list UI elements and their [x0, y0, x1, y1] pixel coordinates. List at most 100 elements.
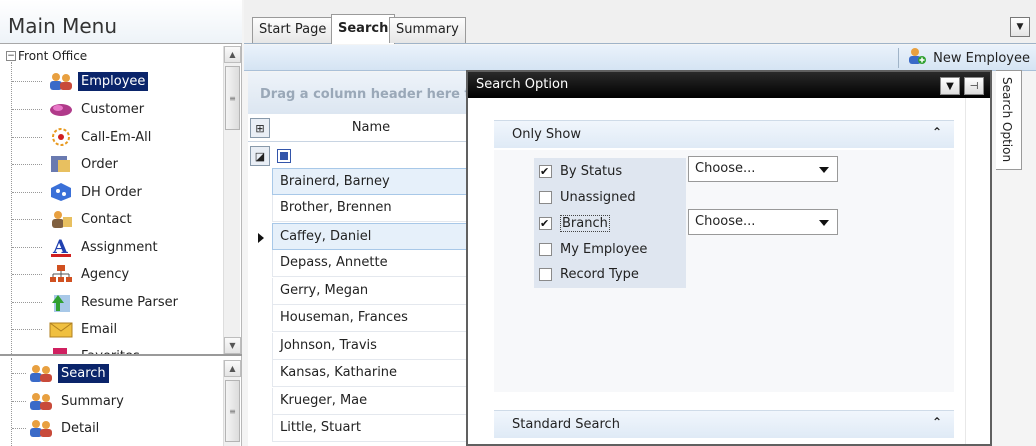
- menu-item-label: Email: [81, 321, 118, 337]
- name-column-header[interactable]: Name: [272, 120, 470, 135]
- search-option-scrollbar[interactable]: [965, 98, 987, 444]
- option-label: By Status: [560, 163, 623, 179]
- pin-icon[interactable]: ⊣: [964, 77, 984, 95]
- search-option-panel: Search Option ▼ ⊣ Only Show ⌃ By Status …: [466, 70, 992, 446]
- menu-item-order[interactable]: Order: [12, 151, 222, 177]
- collapse-chevron-icon[interactable]: ⌃: [932, 415, 942, 429]
- group-by-panel[interactable]: Drag a column header here t: [248, 72, 470, 114]
- menu-item-dh-order[interactable]: DH Order: [12, 179, 222, 205]
- option-branch[interactable]: Branch: [536, 212, 686, 234]
- menu-item-resume-parser[interactable]: Resume Parser: [12, 289, 222, 315]
- subitem-detail[interactable]: Detail: [12, 415, 222, 441]
- menu-item-label: Customer: [81, 101, 145, 117]
- menu-item-label: DH Order: [81, 184, 142, 200]
- main-menu-panel: Main Menu − Front Office Employee Custom…: [0, 0, 242, 446]
- table-row[interactable]: Little, Stuart: [272, 415, 470, 442]
- tree-root-label: Front Office: [18, 49, 88, 63]
- menu-item-favorites[interactable]: Favorites: [12, 343, 222, 356]
- by-status-checkbox[interactable]: [539, 164, 552, 178]
- tree-root-front-office[interactable]: − Front Office: [6, 48, 87, 64]
- menu-tree-scrollbar[interactable]: ▲ ≡ ▼: [223, 46, 241, 354]
- menu-item-call-em-all[interactable]: Call-Em-All: [12, 124, 222, 150]
- table-row[interactable]: Brainerd, Barney: [272, 168, 470, 195]
- subitem-search[interactable]: Search: [12, 360, 222, 386]
- main-menu-title: Main Menu: [0, 0, 242, 44]
- option-record-type[interactable]: Record Type: [536, 263, 686, 285]
- scroll-down-icon[interactable]: ▼: [224, 337, 241, 354]
- menu-item-assignment[interactable]: A Assignment: [12, 234, 222, 260]
- collapse-chevron-icon[interactable]: ⌃: [932, 125, 942, 139]
- tab-search[interactable]: Search: [331, 14, 396, 44]
- standard-search-section-header[interactable]: Standard Search ⌃: [494, 410, 954, 438]
- branch-checkbox[interactable]: [539, 216, 552, 230]
- status-select[interactable]: Choose...: [688, 156, 838, 182]
- menu-item-agency[interactable]: Agency: [12, 261, 222, 287]
- search-option-title: Search Option: [476, 77, 569, 92]
- chevron-down-icon: [819, 167, 829, 173]
- menu-item-label: Favorites: [81, 348, 140, 356]
- filter-clear-icon[interactable]: ◪: [250, 146, 270, 166]
- document-tabs: Start Page Search Summary ▼: [244, 0, 1036, 44]
- tab-start-page[interactable]: Start Page: [252, 17, 334, 43]
- side-tab-label: Search Option: [1000, 77, 1014, 163]
- table-row[interactable]: Depass, Annette: [272, 250, 470, 277]
- resume-parser-icon: [48, 291, 74, 313]
- search-toolbar: New Employee: [244, 45, 1036, 71]
- subitem-summary[interactable]: Summary: [12, 388, 222, 414]
- unassigned-checkbox[interactable]: [539, 190, 552, 204]
- tab-summary[interactable]: Summary: [389, 17, 466, 43]
- employee-grid: Drag a column header here t ⊞ Name ◪ Bra…: [248, 72, 470, 446]
- collapse-icon[interactable]: −: [6, 51, 16, 61]
- panel-menu-dropdown-icon[interactable]: ▼: [940, 77, 960, 95]
- branch-select[interactable]: Choose...: [688, 209, 838, 235]
- filter-cell[interactable]: [277, 149, 291, 163]
- email-icon: [48, 318, 74, 340]
- only-show-checklist: By Status Unassigned Branch My Employee …: [534, 158, 686, 288]
- menu-item-contact[interactable]: Contact: [12, 206, 222, 232]
- option-unassigned[interactable]: Unassigned: [536, 186, 686, 208]
- my-employee-checkbox[interactable]: [539, 242, 552, 256]
- menu-item-label: Employee: [78, 71, 149, 91]
- standard-search-header-label: Standard Search: [512, 417, 620, 432]
- favorites-icon: [48, 345, 74, 354]
- current-row-indicator-icon: [258, 233, 264, 243]
- menu-item-employee[interactable]: Employee: [12, 68, 222, 94]
- subitem-label: Search: [58, 363, 109, 383]
- table-row[interactable]: Caffey, Daniel: [272, 223, 470, 250]
- option-label: Branch: [560, 214, 610, 232]
- menu-item-label: Assignment: [81, 239, 158, 255]
- table-row[interactable]: Krueger, Mae: [272, 388, 470, 415]
- menu-item-email[interactable]: Email: [12, 316, 222, 342]
- only-show-section-header[interactable]: Only Show ⌃: [494, 120, 954, 148]
- menu-item-label: Resume Parser: [81, 294, 178, 310]
- call-em-all-icon: [48, 126, 74, 148]
- option-label: Record Type: [560, 266, 639, 282]
- subtree-scrollbar[interactable]: ▲ ≡: [223, 360, 241, 446]
- search-option-title-bar: Search Option ▼ ⊣: [468, 72, 990, 98]
- option-my-employee[interactable]: My Employee: [536, 238, 686, 260]
- table-row[interactable]: Brother, Brennen: [272, 195, 470, 222]
- search-option-side-tab[interactable]: Search Option: [996, 70, 1022, 170]
- column-chooser-icon[interactable]: ⊞: [250, 118, 270, 138]
- record-type-checkbox[interactable]: [539, 267, 552, 281]
- contact-icon: [48, 208, 74, 230]
- scroll-up-icon[interactable]: ▲: [224, 360, 241, 377]
- employee-icon: [48, 70, 74, 92]
- employee-icon: [28, 362, 54, 384]
- table-row[interactable]: Gerry, Megan: [272, 278, 470, 305]
- tab-list-dropdown-icon[interactable]: ▼: [1010, 17, 1030, 37]
- menu-item-label: Order: [81, 156, 118, 172]
- search-option-body: Only Show ⌃ By Status Unassigned Branch: [468, 98, 990, 444]
- menu-item-customer[interactable]: Customer: [12, 96, 222, 122]
- scrollbar-thumb[interactable]: ≡: [225, 380, 240, 442]
- scrollbar-thumb[interactable]: ≡: [225, 66, 240, 130]
- scroll-up-icon[interactable]: ▲: [224, 46, 241, 63]
- menu-item-label: Contact: [81, 211, 132, 227]
- new-employee-button[interactable]: New Employee: [898, 48, 1030, 68]
- table-row[interactable]: Johnson, Travis: [272, 333, 470, 360]
- add-user-icon: [907, 47, 927, 69]
- table-row[interactable]: Houseman, Frances: [272, 305, 470, 332]
- assignment-icon: A: [48, 236, 74, 258]
- option-by-status[interactable]: By Status: [536, 160, 686, 182]
- table-row[interactable]: Kansas, Katharine: [272, 360, 470, 387]
